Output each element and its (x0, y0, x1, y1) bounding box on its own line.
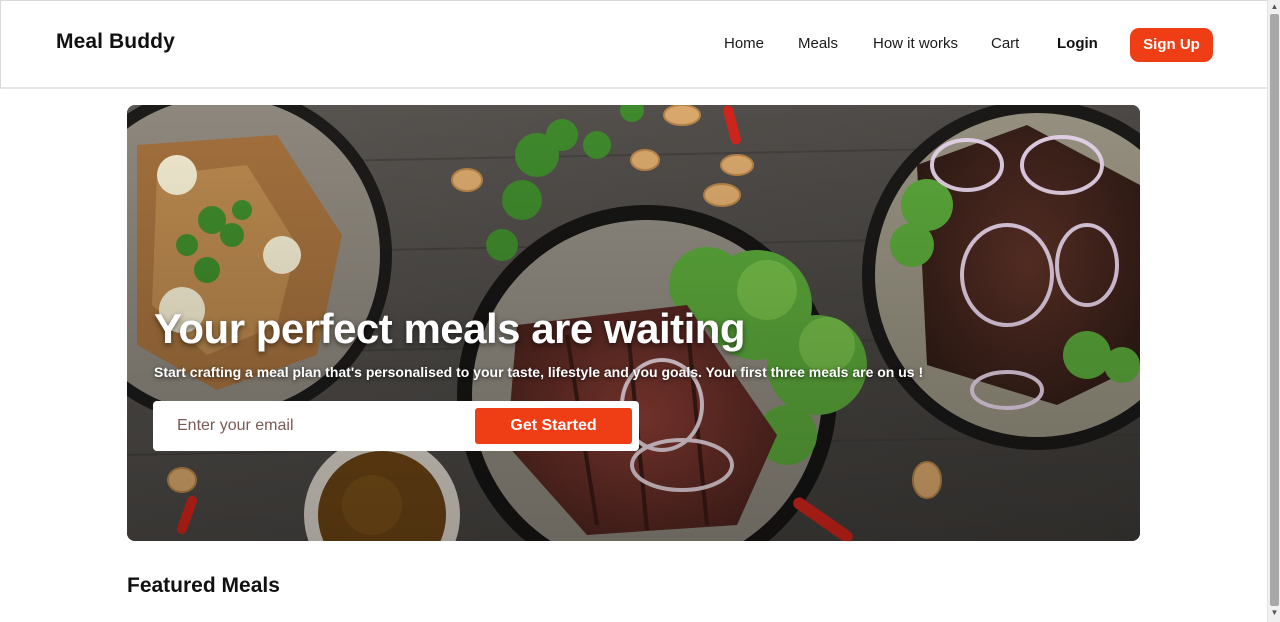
hero-title: Your perfect meals are waiting (154, 305, 746, 352)
scrollbar-thumb[interactable] (1270, 14, 1279, 606)
email-signup-form: Get Started (153, 401, 639, 451)
logo[interactable]: Meal Buddy (56, 30, 175, 54)
scroll-down-arrow-icon[interactable]: ▼ (1270, 609, 1279, 617)
hero-subtitle: Start crafting a meal plan that's person… (154, 364, 924, 380)
login-link[interactable]: Login (1057, 35, 1098, 52)
sign-up-button[interactable]: Sign Up (1130, 28, 1213, 62)
page: Meal Buddy Home Meals How it works Cart … (0, 0, 1267, 622)
nav-home-link[interactable]: Home (724, 35, 764, 52)
get-started-button[interactable]: Get Started (475, 408, 632, 444)
scroll-up-arrow-icon[interactable]: ▲ (1270, 3, 1279, 11)
site-header: Meal Buddy Home Meals How it works Cart … (0, 0, 1267, 89)
email-input[interactable] (153, 401, 473, 451)
nav-how-it-works-link[interactable]: How it works (873, 35, 958, 52)
vertical-scrollbar[interactable]: ▲ ▼ (1267, 0, 1280, 622)
featured-meals-heading: Featured Meals (127, 574, 280, 597)
nav-meals-link[interactable]: Meals (798, 35, 838, 52)
hero-banner: Your perfect meals are waiting Start cra… (127, 105, 1140, 541)
nav-cart-link[interactable]: Cart (991, 35, 1019, 52)
